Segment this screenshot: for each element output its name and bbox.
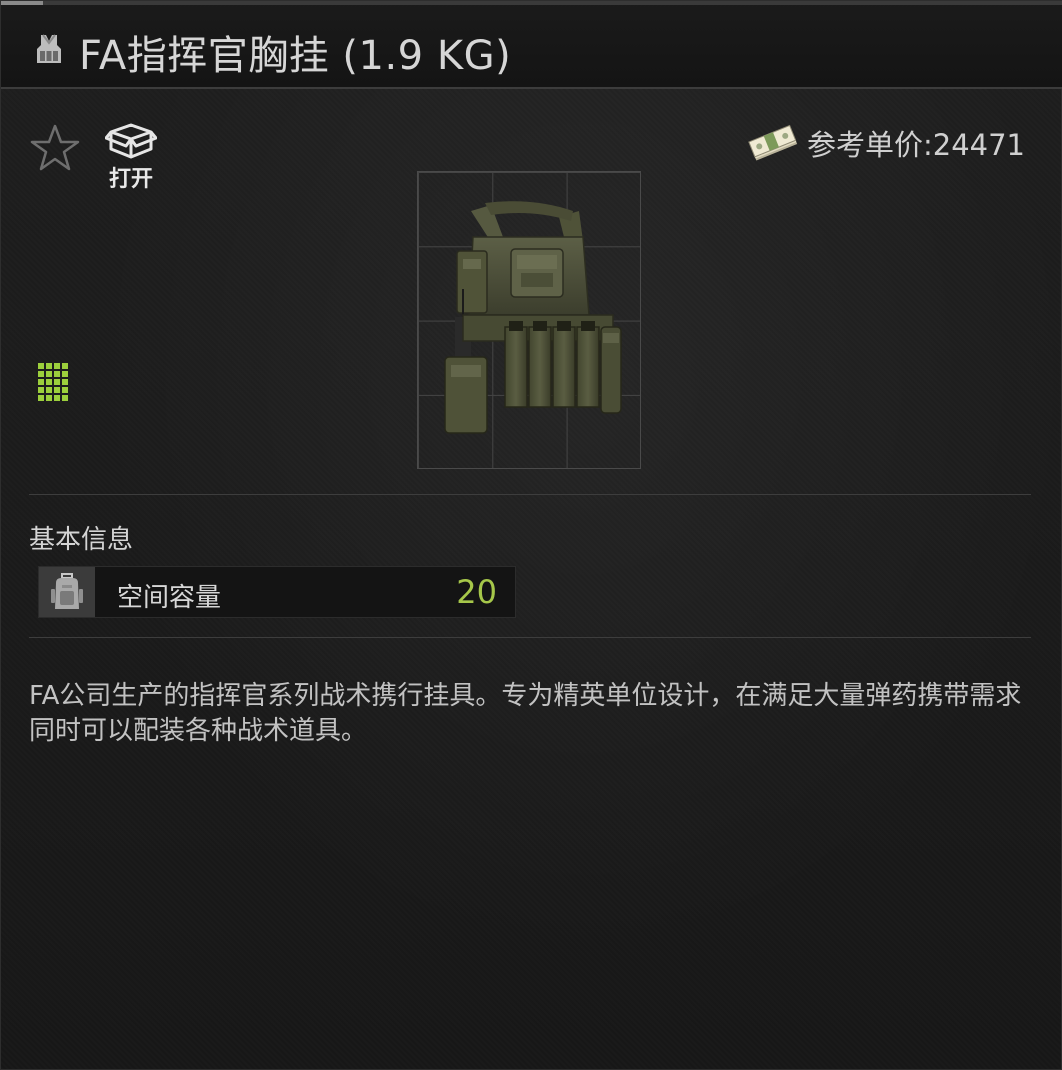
stat-icon-box xyxy=(39,567,95,617)
basic-info-title: 基本信息 xyxy=(29,525,134,555)
vest-icon xyxy=(37,34,61,63)
open-box-icon xyxy=(105,123,157,159)
title-bar: FA指挥官胸挂 (1.9 KG) xyxy=(1,1,1062,89)
backpack-icon xyxy=(51,573,83,609)
open-label: 打开 xyxy=(108,167,153,192)
item-inspect-window: FA指挥官胸挂 (1.9 KG) 打开 参考单价:24471 基本信息 空间容量… xyxy=(0,0,1062,1070)
title-bar-top-line xyxy=(1,1,1062,5)
reference-price-label: 参考单价:24471 xyxy=(806,128,1025,162)
reference-price: 参考单价:24471 xyxy=(747,121,1025,165)
divider-top xyxy=(29,494,1031,495)
stat-row-capacity: 空间容量 20 xyxy=(38,566,516,618)
item-description: FA公司生产的指挥官系列战术携行挂具。专为精英单位设计，在满足大量弹药携带需求同… xyxy=(29,681,1022,746)
title-bar-accent xyxy=(1,1,43,5)
window-title: FA指挥官胸挂 (1.9 KG) xyxy=(79,33,512,79)
star-icon[interactable] xyxy=(29,123,81,173)
tactical-chest-rig xyxy=(444,201,622,434)
money-bundle-icon xyxy=(748,124,798,161)
divider-bottom xyxy=(29,637,1031,638)
stat-label: 空间容量 xyxy=(117,583,222,613)
stat-value: 20 xyxy=(456,573,497,611)
open-button[interactable]: 打开 xyxy=(101,121,161,192)
grid-size-icon xyxy=(38,363,68,401)
